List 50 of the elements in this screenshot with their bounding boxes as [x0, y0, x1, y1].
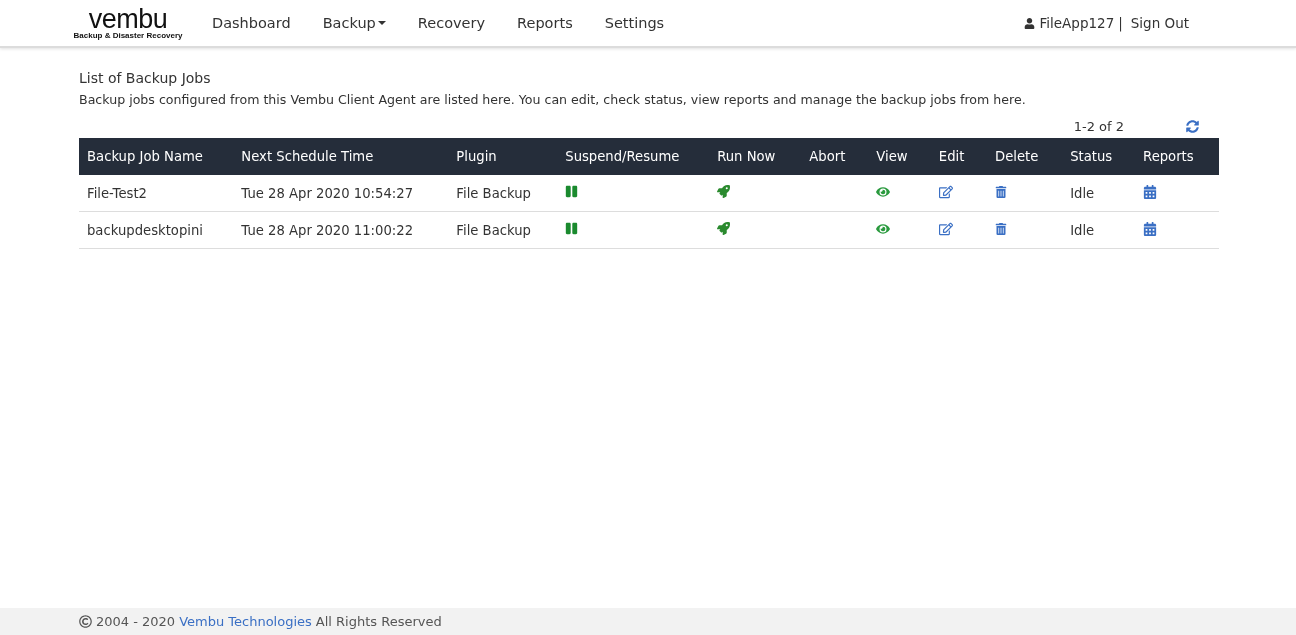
pause-icon[interactable] [565, 185, 579, 198]
column-header: Plugin [448, 138, 558, 175]
table-cell: File Backup [448, 211, 558, 249]
table-cell: File Backup [448, 175, 558, 212]
page-title: List of Backup Jobs [79, 70, 212, 86]
table-cell: Idle [1062, 211, 1136, 249]
footer-text: 2004 - 2020 [96, 614, 176, 629]
nav-link[interactable]: Settings [588, 15, 681, 31]
trash-icon[interactable] [995, 185, 1007, 198]
user-name: FileApp127 [1039, 15, 1115, 31]
eye-icon[interactable] [876, 221, 891, 236]
column-header: Reports [1135, 138, 1219, 175]
calendar-icon[interactable] [1143, 184, 1158, 199]
rocket-icon[interactable] [717, 185, 731, 198]
column-header: Backup Job Name [79, 138, 234, 175]
rocket-icon[interactable] [717, 222, 731, 235]
footer-text: All Rights Reserved [315, 614, 442, 629]
edit-icon[interactable] [938, 184, 953, 199]
user-icon [1024, 17, 1036, 29]
nav-link[interactable]: Backup [306, 15, 402, 31]
edit-icon[interactable] [938, 221, 953, 236]
refresh-icon[interactable] [1186, 119, 1199, 133]
pause-icon[interactable] [565, 222, 579, 235]
logo-tagline: Backup & Disaster Recovery [73, 30, 183, 40]
table-cell: Tue 28 Apr 2020 10:54:27 [233, 175, 449, 212]
column-header: View [868, 138, 931, 175]
table-cell: File-Test2 [79, 175, 234, 212]
trash-icon[interactable] [995, 222, 1007, 235]
column-header: Abort [801, 138, 869, 175]
table-cell: backupdesktopini [79, 211, 234, 249]
column-header: Run Now [709, 138, 802, 175]
column-header: Suspend/Resume [557, 138, 710, 175]
column-header: Delete [987, 138, 1063, 175]
pagination-count: 1-2 of 2 [1073, 118, 1124, 134]
nav-link[interactable]: Dashboard [196, 15, 307, 31]
nav-link[interactable]: Reports [501, 15, 589, 31]
eye-icon[interactable] [876, 184, 891, 199]
calendar-icon[interactable] [1143, 221, 1158, 236]
column-header: Next Schedule Time [233, 138, 449, 175]
company-link[interactable]: Vembu Technologies [179, 614, 312, 629]
logo-wordmark: vembu [88, 6, 168, 31]
page-description: Backup jobs configured from this Vembu Client Agent are listed here. You can edit, check status, view reports and manage the backup jobs from here. [79, 92, 1027, 107]
copyright-icon [79, 615, 92, 628]
column-header: Status [1062, 138, 1136, 175]
separator: | [1118, 15, 1123, 31]
table-cell: Idle [1062, 175, 1136, 212]
table-cell: Tue 28 Apr 2020 11:00:22 [233, 211, 449, 249]
column-header: Edit [930, 138, 987, 175]
sign-out-link[interactable]: Sign Out [1130, 15, 1189, 31]
nav-link[interactable]: Recovery [401, 15, 502, 31]
